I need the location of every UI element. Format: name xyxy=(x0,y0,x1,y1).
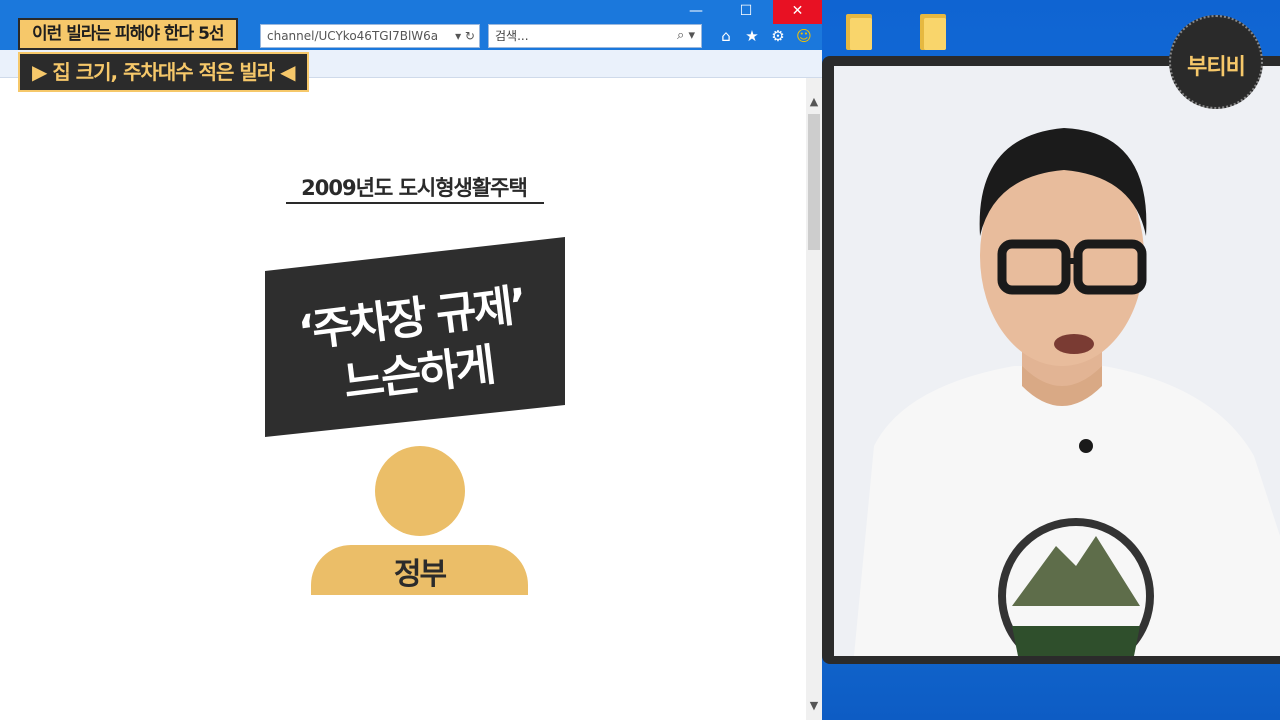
video-caption-subtitle: ▶ 집 크기, 주차대수 적은 빌라 ◀ xyxy=(18,52,309,92)
scroll-down-icon[interactable]: ▼ xyxy=(806,698,822,714)
address-text: channel/UCYko46TGI7BlW6a xyxy=(267,29,439,43)
rule-banner: ‘주차장 규제’ 느슨하게 xyxy=(265,237,565,437)
desktop-folder-icon[interactable] xyxy=(846,14,872,50)
close-button[interactable]: ✕ xyxy=(773,0,822,24)
presenter-illustration xyxy=(834,66,1280,656)
maximize-button[interactable]: ☐ xyxy=(722,0,770,24)
address-bar[interactable]: channel/UCYko46TGI7BlW6a ▾ ↻ xyxy=(260,24,480,48)
person-label: 정부 xyxy=(393,557,447,592)
desktop-folder-icon[interactable] xyxy=(920,14,946,50)
folder-front xyxy=(924,18,946,50)
headline-underline xyxy=(286,202,544,204)
video-caption-title: 이런 빌라는 피해야 한다 5선 xyxy=(18,18,238,50)
gear-icon[interactable]: ⚙ xyxy=(768,24,788,48)
folder-front xyxy=(850,18,872,50)
search-placeholder: 검색... xyxy=(495,29,529,43)
minimize-button[interactable]: — xyxy=(672,0,720,24)
search-icon[interactable]: ⌕ ▾ xyxy=(677,25,695,47)
search-input[interactable]: 검색... ⌕ ▾ xyxy=(488,24,702,48)
favorites-star-icon[interactable]: ★ xyxy=(742,24,762,48)
home-icon[interactable]: ⌂ xyxy=(716,24,736,48)
presenter-video xyxy=(834,66,1280,656)
vertical-scrollbar[interactable]: ▲ ▼ xyxy=(806,78,822,720)
channel-logo-text: 부티비 xyxy=(1187,55,1246,80)
person-head-icon xyxy=(375,446,465,536)
scroll-up-icon[interactable]: ▲ xyxy=(806,94,822,110)
scroll-thumb[interactable] xyxy=(808,114,820,250)
refresh-icon[interactable]: ▾ ↻ xyxy=(455,25,475,47)
channel-logo: 부티비 xyxy=(1169,15,1263,109)
smiley-feedback-icon[interactable]: ☺ xyxy=(794,24,814,48)
slide-headline: 2009년도 도시형생활주택 xyxy=(301,176,528,200)
